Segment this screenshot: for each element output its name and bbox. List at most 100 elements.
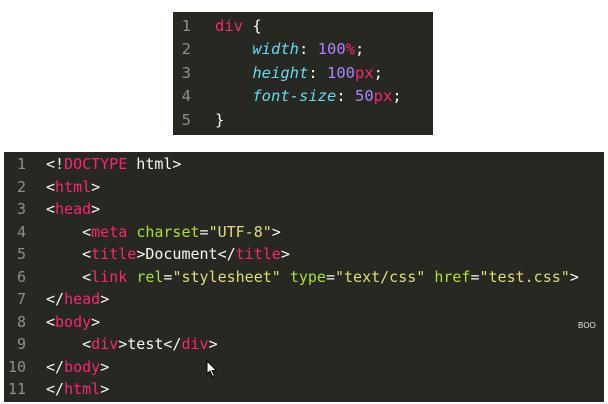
code-token: > bbox=[91, 177, 101, 196]
code-line: 2 width: 100%; bbox=[173, 38, 433, 62]
code-text[interactable]: width: 100%; bbox=[215, 40, 364, 58]
code-token: body bbox=[64, 357, 101, 376]
line-number: 10 bbox=[7, 357, 26, 376]
line-number: 3 bbox=[16, 200, 26, 219]
code-line: 6 < link rel = "stylesheet" type = "text/css"… bbox=[4, 266, 604, 289]
code-token: px bbox=[355, 63, 374, 82]
code-token: > bbox=[100, 290, 110, 309]
code-token: href bbox=[434, 267, 471, 286]
code-text[interactable]: < div >test</div > bbox=[46, 335, 218, 354]
code-text[interactable]: < head > bbox=[46, 200, 100, 218]
html-code-editor[interactable]: 1 <! DOCTYPE html> 2 < html > 3 < head > 4 < m… bbox=[4, 152, 604, 402]
code-token: type bbox=[289, 267, 326, 286]
code-token: < bbox=[46, 177, 56, 196]
code-token: : bbox=[336, 87, 355, 106]
line-number: 4 bbox=[16, 222, 26, 241]
code-token: = bbox=[325, 267, 335, 286]
code-text[interactable]: < title >Document</title > bbox=[46, 245, 290, 263]
code-text[interactable]: </body > bbox=[46, 358, 109, 376]
line-number: 2 bbox=[181, 40, 191, 59]
mouse-pointer-icon bbox=[206, 360, 217, 377]
code-line: 3 height: 100 px; bbox=[173, 61, 433, 85]
code-token: </ bbox=[46, 357, 65, 376]
code-text[interactable]: < link rel = "stylesheet" type = "text/css" h… bbox=[46, 268, 579, 286]
code-line: 5 < title >Document</title > bbox=[4, 243, 604, 266]
code-token: width bbox=[252, 40, 299, 59]
code-line: 1 div { bbox=[173, 14, 433, 38]
code-token: 50 bbox=[355, 87, 374, 106]
code-token: >test</ bbox=[118, 335, 182, 354]
code-token: "text/css" bbox=[335, 267, 426, 286]
code-line: 4 font-size: 50 px; bbox=[173, 85, 433, 109]
code-token: : bbox=[299, 40, 318, 59]
code-token: < bbox=[46, 245, 92, 264]
line-number: 9 bbox=[16, 335, 26, 354]
code-token: html bbox=[55, 177, 92, 196]
code-token: "test.css" bbox=[479, 267, 570, 286]
code-token: < bbox=[46, 267, 92, 286]
code-token: { bbox=[243, 16, 262, 35]
line-number: 1 bbox=[181, 16, 191, 35]
code-line: 3 < head > bbox=[4, 198, 604, 221]
code-text[interactable]: </html > bbox=[46, 380, 109, 398]
code-text[interactable]: } bbox=[215, 111, 224, 129]
code-token: > bbox=[569, 267, 579, 286]
code-token: px bbox=[373, 87, 393, 106]
code-token: head bbox=[64, 290, 101, 309]
code-token: ; bbox=[355, 40, 365, 59]
code-token: > bbox=[91, 312, 101, 331]
code-token: font-size bbox=[252, 87, 337, 106]
code-token: : bbox=[308, 63, 327, 82]
code-line: 8 < body > bbox=[4, 311, 604, 334]
code-line: 7 </head > bbox=[4, 288, 604, 311]
code-token: html bbox=[64, 380, 101, 399]
code-token: > bbox=[91, 200, 101, 219]
code-text[interactable]: <! DOCTYPE html> bbox=[46, 155, 181, 173]
code-text[interactable]: < body > bbox=[46, 313, 100, 331]
code-token: meta bbox=[91, 222, 128, 241]
code-text[interactable]: font-size: 50 px; bbox=[215, 87, 402, 106]
line-number: 1 bbox=[16, 155, 26, 174]
code-token: head bbox=[55, 200, 92, 219]
code-token: < bbox=[46, 200, 56, 219]
code-token: 100 bbox=[317, 40, 346, 59]
code-line: 2 < html > bbox=[4, 176, 604, 199]
code-token: = bbox=[163, 267, 173, 286]
line-number: 11 bbox=[7, 380, 26, 399]
line-number: 5 bbox=[181, 110, 191, 129]
code-text[interactable]: < html > bbox=[46, 178, 100, 196]
code-token: < bbox=[46, 335, 92, 354]
code-text[interactable]: div { bbox=[215, 17, 262, 35]
code-token: charset bbox=[136, 222, 200, 241]
code-token: > bbox=[208, 335, 218, 354]
code-token: </ bbox=[46, 290, 65, 309]
code-token: height bbox=[252, 63, 309, 82]
line-number: 5 bbox=[16, 245, 26, 264]
line-number: 2 bbox=[16, 177, 26, 196]
code-line: 11 </html > bbox=[4, 378, 604, 401]
code-token: = bbox=[199, 222, 209, 241]
code-text[interactable]: < meta charset = "UTF-8" > bbox=[46, 223, 281, 241]
code-text[interactable]: </head > bbox=[46, 290, 109, 308]
line-number: 3 bbox=[181, 63, 191, 82]
code-token: < bbox=[46, 312, 56, 331]
code-text[interactable]: height: 100 px; bbox=[215, 64, 383, 82]
code-token: title bbox=[91, 245, 137, 264]
code-line: 1 <! DOCTYPE html> bbox=[4, 153, 604, 176]
code-token: div bbox=[91, 335, 119, 354]
css-code-editor[interactable]: 1 div { 2 width: 100%; 3 height: 100 px; … bbox=[173, 12, 433, 135]
code-token: > bbox=[280, 245, 290, 264]
code-token: > bbox=[271, 222, 281, 241]
code-token: rel bbox=[136, 267, 164, 286]
line-number: 7 bbox=[16, 290, 26, 309]
code-token: >Document</ bbox=[136, 245, 236, 264]
code-token: link bbox=[91, 267, 128, 286]
code-token: % bbox=[345, 40, 356, 59]
code-token: ; bbox=[392, 87, 402, 106]
code-token: 100 bbox=[327, 63, 355, 82]
